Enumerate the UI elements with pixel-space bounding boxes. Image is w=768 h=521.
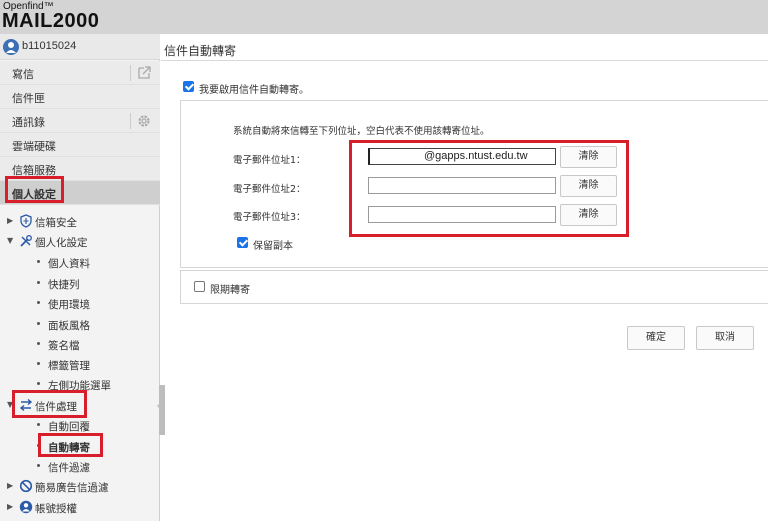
brand-logo[interactable]: MAIL2000: [2, 10, 99, 33]
enable-forward-checkbox[interactable]: [183, 81, 194, 92]
divider: [130, 65, 131, 81]
tree-label: 個人化設定: [35, 237, 88, 249]
menu-cloud-drive-label: 雲端硬碟: [12, 140, 56, 153]
clear-address-1-button[interactable]: 清除: [560, 146, 617, 168]
enable-forward-label: 我要啟用信件自動轉寄。: [199, 85, 309, 96]
clear-address-2-button[interactable]: 清除: [560, 175, 617, 197]
collapse-sidebar-icon[interactable]: [157, 399, 164, 413]
expand-arrow-icon[interactable]: ▶: [7, 481, 13, 490]
sub-item-label: 個人資料: [48, 258, 90, 270]
address-3-label: 電子郵件位址3：: [233, 212, 306, 223]
menu-inbox-label: 信件匣: [12, 92, 45, 105]
limited-forward-label: 限期轉寄: [210, 285, 250, 296]
tree-spam-filter[interactable]: ▶ 簡易廣告信過濾: [0, 476, 160, 496]
tree-mailbox-security[interactable]: ▶ 信箱安全: [0, 211, 160, 231]
menu-compose-label: 寫信: [12, 68, 34, 81]
bullet: [37, 260, 40, 263]
sub-item-label: 快捷列: [48, 279, 80, 291]
user-bar[interactable]: b11015024: [0, 34, 160, 60]
divider: [130, 113, 131, 129]
menu-inbox[interactable]: 信件匣: [0, 85, 160, 109]
expand-arrow-icon[interactable]: ▶: [7, 502, 13, 511]
bullet: [37, 464, 40, 467]
block-icon: [19, 479, 33, 493]
limited-forward-panel: [180, 270, 768, 304]
bullet: [37, 342, 40, 345]
highlight-box: [38, 433, 103, 457]
address-2-label: 電子郵件位址2：: [233, 184, 306, 195]
keep-copy-label: 保留副本: [253, 241, 293, 252]
menu-contacts[interactable]: 通訊錄: [0, 109, 160, 133]
tree-personalization[interactable]: ▼ 個人化設定: [0, 231, 160, 251]
tree-label: 帳號授權: [35, 503, 77, 515]
keep-copy-checkbox[interactable]: [237, 237, 248, 248]
tools-icon: [20, 235, 32, 247]
sub-item-signature[interactable]: 簽名檔: [0, 334, 160, 354]
user-circle-icon: [19, 500, 33, 514]
sub-item-label: 使用環境: [48, 299, 90, 311]
bullet: [37, 423, 40, 426]
bullet: [37, 382, 40, 385]
sub-item-label: 信件過濾: [48, 462, 90, 474]
highlight-box: [5, 176, 64, 203]
top-header: Openfind™ MAIL2000: [0, 0, 768, 34]
confirm-button[interactable]: 確定: [627, 326, 685, 350]
bullet: [37, 322, 40, 325]
forward-description: 系統自動將來信轉至下列位址，空白代表不使用該轉寄位址。: [233, 126, 490, 137]
menu-compose[interactable]: 寫信: [0, 61, 160, 85]
tree-label: 簡易廣告信過濾: [35, 482, 109, 494]
menu-cloud-drive[interactable]: 雲端硬碟: [0, 133, 160, 157]
gear-icon[interactable]: [136, 113, 152, 129]
shield-icon: [20, 214, 32, 228]
sub-item-label: 面板風格: [48, 320, 90, 332]
divider: [161, 60, 768, 61]
user-name: b11015024: [22, 40, 77, 52]
tree-account-authorization[interactable]: ▶ 帳號授權: [0, 497, 160, 517]
user-avatar-icon: [3, 39, 19, 55]
external-link-icon[interactable]: [136, 65, 152, 81]
sub-item-labels[interactable]: 標籤管理: [0, 354, 160, 374]
bullet: [37, 301, 40, 304]
sub-item-label: 標籤管理: [48, 360, 90, 372]
sub-item-shortcuts[interactable]: 快捷列: [0, 273, 160, 293]
page-title: 信件自動轉寄: [164, 44, 237, 58]
address-1-input[interactable]: @gapps.ntust.edu.tw: [368, 148, 556, 165]
highlight-box: [12, 390, 87, 418]
sub-item-label: 簽名檔: [48, 340, 80, 352]
sub-item-profile[interactable]: 個人資料: [0, 252, 160, 272]
sub-item-mail-filter[interactable]: 信件過濾: [0, 456, 160, 476]
limited-forward-checkbox[interactable]: [194, 281, 205, 292]
bullet: [37, 281, 40, 284]
expand-arrow-icon[interactable]: ▶: [7, 216, 13, 225]
sub-item-theme[interactable]: 面板風格: [0, 314, 160, 334]
address-1-label: 電子郵件位址1：: [233, 155, 306, 166]
sub-item-environment[interactable]: 使用環境: [0, 293, 160, 313]
address-3-input[interactable]: [368, 206, 556, 223]
clear-address-3-button[interactable]: 清除: [560, 204, 617, 226]
sub-item-auto-reply[interactable]: 自動回覆: [0, 415, 160, 435]
sub-item-label: 自動回覆: [48, 421, 90, 433]
bullet: [37, 362, 40, 365]
tree-label: 信箱安全: [35, 217, 77, 229]
collapse-arrow-icon[interactable]: ▼: [7, 236, 13, 245]
menu-contacts-label: 通訊錄: [12, 116, 45, 129]
address-2-input[interactable]: [368, 177, 556, 194]
cancel-button[interactable]: 取消: [696, 326, 754, 350]
